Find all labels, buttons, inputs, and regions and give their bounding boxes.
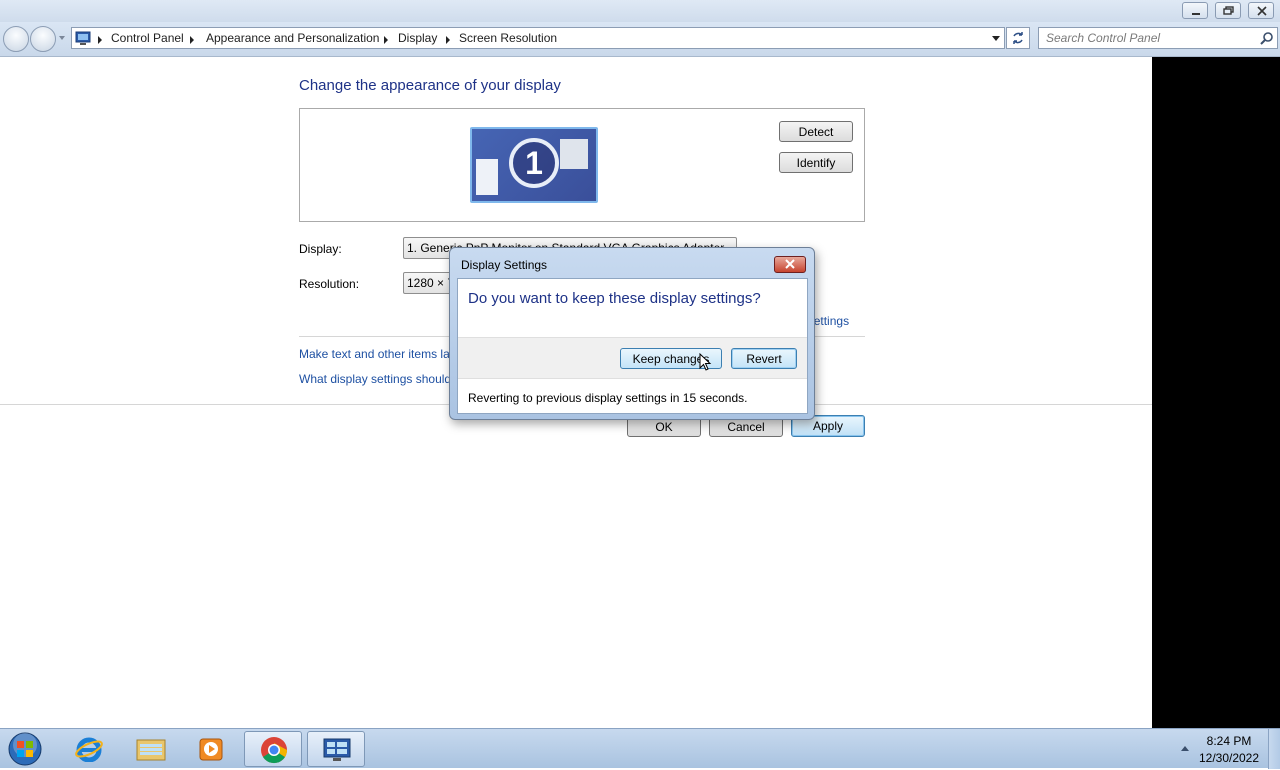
clock-time[interactable]: 8:24 PM xyxy=(1198,734,1260,748)
close-icon xyxy=(785,259,795,269)
folder-icon xyxy=(136,739,166,761)
show-desktop-button[interactable] xyxy=(1268,729,1280,769)
show-hidden-icons-icon[interactable] xyxy=(1181,746,1189,751)
taskbar-media-player[interactable] xyxy=(182,731,240,767)
windows-start-orb-icon xyxy=(8,732,42,766)
breadcrumb-appearance[interactable]: Appearance and Personalization xyxy=(206,31,379,45)
breadcrumb-screen-resolution[interactable]: Screen Resolution xyxy=(459,31,557,45)
dialog-body: Do you want to keep these display settin… xyxy=(457,278,808,414)
clock-date[interactable]: 12/30/2022 xyxy=(1198,751,1260,765)
control-panel-icon xyxy=(75,31,91,45)
taskbar: 8:24 PM 12/30/2022 xyxy=(0,728,1280,769)
dialog-title: Display Settings xyxy=(461,258,548,272)
close-window-button[interactable] xyxy=(1248,2,1274,19)
resolution-label: Resolution: xyxy=(299,277,360,291)
window-preview-icon xyxy=(476,159,498,195)
taskbar-chrome[interactable] xyxy=(244,731,302,767)
display-label: Display: xyxy=(299,242,342,256)
dialog-close-button[interactable] xyxy=(774,256,806,273)
detect-button[interactable]: Detect xyxy=(779,121,853,142)
breadcrumb-separator-icon xyxy=(446,36,450,44)
forward-button[interactable] xyxy=(30,26,56,52)
breadcrumb-control-panel[interactable]: Control Panel xyxy=(111,31,184,45)
recent-pages-chevron-icon[interactable] xyxy=(59,36,65,40)
navigation-bar: Control Panel Appearance and Personaliza… xyxy=(0,22,1280,57)
taskbar-windows-explorer[interactable] xyxy=(122,731,180,767)
restore-icon xyxy=(1223,6,1234,15)
breadcrumb-display[interactable]: Display xyxy=(398,31,437,45)
address-bar[interactable]: Control Panel Appearance and Personaliza… xyxy=(71,27,1005,49)
breadcrumb-separator-icon xyxy=(384,36,388,44)
page-title: Change the appearance of your display xyxy=(299,77,561,94)
display-settings-dialog: Display Settings Do you want to keep the… xyxy=(449,247,815,420)
taskbar-internet-explorer[interactable] xyxy=(60,731,118,767)
breadcrumb-separator-icon xyxy=(98,36,102,44)
revert-button[interactable]: Revert xyxy=(731,348,797,369)
monitor-number-badge: 1 xyxy=(509,138,559,188)
breadcrumb-separator-icon xyxy=(190,36,194,44)
taskbar-control-panel[interactable] xyxy=(307,731,365,767)
media-player-icon xyxy=(199,738,223,761)
close-icon xyxy=(1257,6,1267,16)
window-preview-icon xyxy=(560,139,588,169)
revert-countdown-text: Reverting to previous display settings i… xyxy=(468,391,748,405)
monitor-1-thumbnail[interactable]: 1 xyxy=(470,127,598,203)
search-box[interactable]: Search Control Panel xyxy=(1038,27,1278,49)
refresh-button[interactable] xyxy=(1006,27,1030,49)
dialog-question: Do you want to keep these display settin… xyxy=(468,290,761,307)
minimize-icon xyxy=(1192,13,1200,15)
refresh-icon xyxy=(1013,32,1023,44)
address-dropdown-icon[interactable] xyxy=(992,36,1000,41)
identify-button[interactable]: Identify xyxy=(779,152,853,173)
monitor-arrangement-box: 1 Detect Identify xyxy=(299,108,865,222)
chrome-icon xyxy=(261,737,288,764)
start-button[interactable] xyxy=(6,731,44,767)
restore-button[interactable] xyxy=(1215,2,1241,19)
back-button[interactable] xyxy=(3,26,29,52)
unrendered-screen-area xyxy=(1152,57,1280,728)
window-title-bar xyxy=(0,0,1280,22)
internet-explorer-icon xyxy=(75,737,103,762)
minimize-button[interactable] xyxy=(1182,2,1208,19)
search-icon[interactable] xyxy=(1260,31,1274,45)
dialog-button-area: Keep changes Revert xyxy=(458,337,807,379)
search-input[interactable]: Search Control Panel xyxy=(1046,31,1160,45)
control-panel-icon xyxy=(323,738,351,761)
mouse-cursor-icon xyxy=(699,353,712,371)
